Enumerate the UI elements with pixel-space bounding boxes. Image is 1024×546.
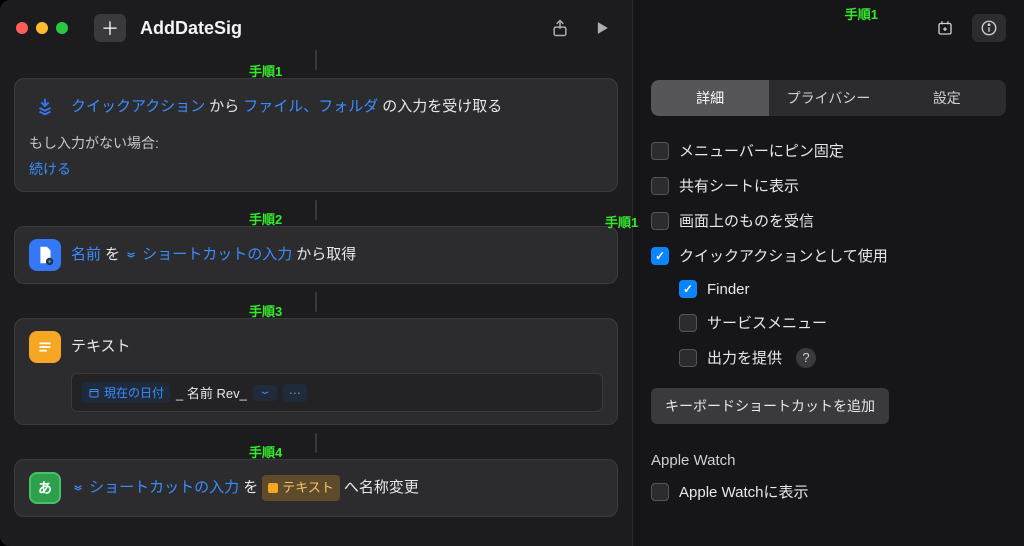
- action-connector: [14, 206, 618, 220]
- row-use-quick-action[interactable]: クイックアクションとして使用: [651, 245, 1006, 266]
- inspector-toolbar: [651, 0, 1006, 56]
- row-share-sheet[interactable]: 共有シートに表示: [651, 175, 1006, 196]
- row-services-menu[interactable]: サービスメニュー: [651, 312, 1006, 333]
- no-input-label: もし入力がない場合:: [29, 133, 603, 153]
- checkbox-share-sheet[interactable]: [651, 177, 669, 195]
- row-apple-watch[interactable]: Apple Watchに表示: [651, 481, 1006, 502]
- window-traffic-lights: [16, 22, 68, 34]
- inspector-pane: 手順1 詳細 プライバシー 設定 メニューバーにピン固定 共有シートに表示 手順…: [632, 0, 1024, 546]
- inspector-tabs: 詳細 プライバシー 設定: [651, 80, 1006, 116]
- add-action-button[interactable]: ＋: [94, 14, 126, 42]
- tab-details[interactable]: 詳細: [651, 80, 769, 116]
- annotation-step1-inspector: 手順1: [845, 4, 878, 23]
- text-icon: [29, 331, 61, 363]
- action-connector: [14, 298, 618, 312]
- input-icon: [29, 91, 61, 123]
- help-icon[interactable]: ?: [796, 348, 816, 368]
- text-literal: _ 名前 Rev_: [176, 383, 247, 402]
- checkbox-apple-watch[interactable]: [651, 483, 669, 501]
- window-minimize-button[interactable]: [36, 22, 48, 34]
- add-keyboard-shortcut-button[interactable]: キーボードショートカットを追加: [651, 388, 889, 424]
- shortcut-title: AddDateSig: [140, 18, 242, 39]
- checkbox-services-menu[interactable]: [679, 314, 697, 332]
- token-shortcut-input[interactable]: ショートカットの入力: [71, 475, 239, 501]
- window-maximize-button[interactable]: [56, 22, 68, 34]
- tab-settings[interactable]: 設定: [888, 80, 1006, 116]
- annotation-step1-side: 手順1: [605, 212, 638, 231]
- checkbox-use-quick-action[interactable]: [651, 247, 669, 265]
- file-icon: [29, 239, 61, 271]
- apple-watch-heading: Apple Watch: [651, 452, 1006, 469]
- checkbox-receive-onscreen[interactable]: [651, 212, 669, 230]
- row-provide-output[interactable]: 出力を提供 ?: [651, 347, 1006, 368]
- variable-current-date[interactable]: 現在の日付: [82, 382, 170, 403]
- share-icon[interactable]: [546, 14, 574, 42]
- annotation-step4: 手順4: [249, 442, 282, 461]
- token-quick-action[interactable]: クイックアクション: [71, 94, 205, 120]
- variable-trailing[interactable]: [253, 385, 277, 401]
- rename-icon: あ: [29, 472, 61, 504]
- annotation-step1: 手順1: [249, 61, 282, 80]
- info-icon[interactable]: [972, 14, 1006, 42]
- row-finder[interactable]: Finder: [651, 280, 1006, 298]
- token-shortcut-input[interactable]: ショートカットの入力: [124, 242, 292, 268]
- row-receive-onscreen[interactable]: 手順1 画面上のものを受信: [651, 210, 1006, 231]
- library-icon[interactable]: [928, 14, 962, 42]
- token-files-folders[interactable]: ファイル、フォルダ: [243, 94, 378, 120]
- action-connector: [14, 439, 618, 453]
- annotation-step2: 手順2: [249, 209, 282, 228]
- annotation-step3: 手順3: [249, 301, 282, 320]
- action-receive-input[interactable]: 手順1 クイックアクション から ファイル、フォルダ の入力を受け取る もし入力…: [14, 78, 618, 192]
- text-input-field[interactable]: 現在の日付 _ 名前 Rev_ ⋯: [71, 373, 603, 412]
- action-get-name[interactable]: 手順2 名前 を ショートカットの入力 から取得: [14, 226, 618, 284]
- window-close-button[interactable]: [16, 22, 28, 34]
- token-text-variable[interactable]: テキスト: [262, 475, 340, 501]
- checkbox-finder[interactable]: [679, 280, 697, 298]
- checkbox-provide-output[interactable]: [679, 349, 697, 367]
- tab-privacy[interactable]: プライバシー: [769, 80, 887, 116]
- action-rename[interactable]: 手順4 あ ショートカットの入力 を テキスト へ名称変更: [14, 459, 618, 517]
- checkbox-pin-menubar[interactable]: [651, 142, 669, 160]
- action-connector: [0, 56, 632, 70]
- more-token[interactable]: ⋯: [283, 384, 307, 402]
- window-titlebar: ＋ AddDateSig: [0, 0, 632, 56]
- shortcut-editor-pane: ＋ AddDateSig 手順1 クイック: [0, 0, 632, 546]
- details-settings: メニューバーにピン固定 共有シートに表示 手順1 画面上のものを受信 クイックア…: [651, 140, 1006, 368]
- row-pin-menubar[interactable]: メニューバーにピン固定: [651, 140, 1006, 161]
- no-input-behavior[interactable]: 続ける: [29, 161, 71, 177]
- token-name[interactable]: 名前: [71, 242, 101, 268]
- actions-list: 手順1 クイックアクション から ファイル、フォルダ の入力を受け取る もし入力…: [0, 70, 632, 531]
- run-icon[interactable]: [588, 14, 616, 42]
- text-action-title: テキスト: [71, 334, 131, 360]
- action-text[interactable]: 手順3 テキスト 現在の日付 _ 名前 Rev_ ⋯: [14, 318, 618, 425]
